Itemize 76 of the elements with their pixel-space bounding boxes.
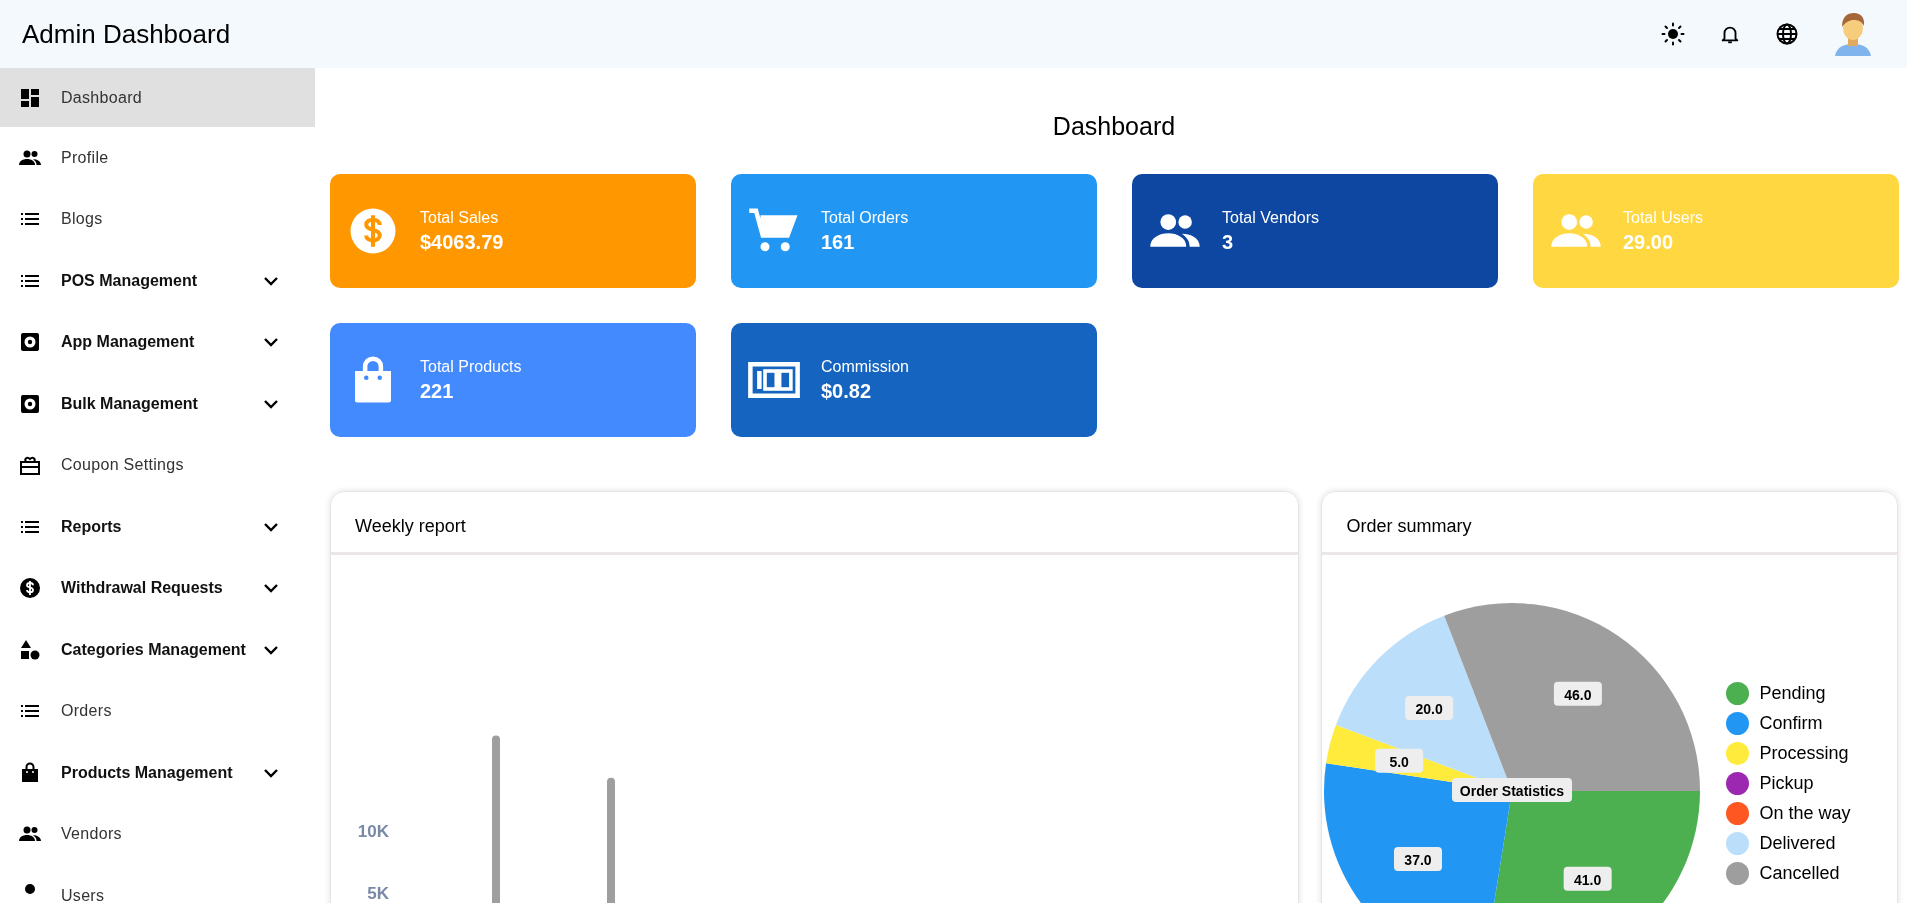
legend-label: On the way (1759, 803, 1851, 824)
sidebar-item[interactable]: Bulk Management (0, 373, 315, 435)
avatar-icon[interactable] (1833, 10, 1873, 58)
data-label: 46.0 (1554, 681, 1603, 706)
data-label: 37.0 (1404, 851, 1433, 868)
legend-label: Delivered (1759, 833, 1836, 854)
sidebar-item-label: Products Management (61, 763, 234, 782)
chevron-down-icon (263, 275, 279, 286)
sidebar-item-label: Blogs (61, 210, 104, 229)
sidebar-item[interactable]: Profile (0, 127, 315, 189)
sidebar-item-label: Vendors (61, 825, 123, 844)
sidebar-item[interactable]: Dashboard (0, 68, 315, 127)
sidebar-item-label: Orders (61, 702, 113, 721)
stat-value: $0.82 (821, 379, 873, 403)
sidebar-item-label: Categories Management (61, 640, 247, 659)
chevron-down-icon (263, 398, 279, 409)
stat-label: Total Sales (420, 208, 500, 227)
stat-value: 29.00 (1623, 230, 1675, 254)
panel-title: Order summary (1346, 514, 1472, 537)
stat-value: 161 (821, 230, 856, 254)
sidebar-item[interactable]: Coupon Settings (0, 434, 315, 496)
chevron-down-icon (263, 583, 279, 594)
sidebar-item[interactable]: Orders (0, 680, 315, 742)
chevron-down-icon (263, 644, 279, 655)
legend-label: Pickup (1759, 773, 1814, 794)
chevron-down-icon (263, 767, 279, 778)
sidebar-item-label: POS Management (61, 271, 199, 290)
stat-value: $4063.79 (420, 230, 504, 254)
sidebar-item-label: Bulk Management (61, 394, 199, 413)
data-label: 5.0 (1375, 748, 1424, 773)
axis-tick-label: 5K (367, 884, 389, 903)
sidebar-item[interactable]: Vendors (0, 803, 315, 865)
data-label: 20.0 (1416, 701, 1444, 718)
sidebar-item-label: App Management (61, 333, 196, 352)
legend-label: Confirm (1759, 713, 1823, 734)
sidebar-item[interactable]: Categories Management (0, 619, 315, 681)
data-label: 20.0 (1405, 696, 1454, 720)
data-label: 5.0 (1389, 753, 1410, 770)
stat-value: 3 (1222, 230, 1235, 254)
chevron-down-icon (263, 337, 279, 348)
sun-icon[interactable] (1661, 22, 1685, 46)
legend-label: Cancelled (1759, 863, 1840, 884)
sidebar-item-label: Profile (61, 148, 110, 167)
panel-title: Weekly report (355, 514, 466, 537)
data-label: 41.0 (1574, 871, 1602, 888)
dot-icon (25, 883, 35, 894)
page-title: Dashboard (1051, 112, 1177, 141)
chevron-down-icon (263, 521, 279, 532)
data-label: 41.0 (1564, 866, 1613, 891)
axis-tick-label: 10K (357, 822, 389, 841)
stat-label: Total Users (1623, 208, 1704, 227)
stat-label: Total Products (420, 357, 522, 376)
stat-label: Total Orders (821, 208, 909, 227)
stat-label: Total Vendors (1222, 208, 1319, 227)
sidebar-item-label: Dashboard (61, 88, 143, 107)
sidebar-item[interactable]: Withdrawal Requests (0, 557, 315, 619)
sidebar-item-label: Coupon Settings (61, 456, 185, 475)
legend-label: Pending (1759, 683, 1826, 704)
sidebar-item[interactable]: App Management (0, 311, 315, 373)
globe-icon[interactable] (1775, 22, 1799, 46)
sidebar-item-label: Reports (61, 517, 123, 536)
app-title: Admin Dashboard (22, 18, 231, 50)
sidebar-item[interactable]: Reports (0, 496, 315, 558)
sidebar-item[interactable]: Blogs (0, 188, 315, 250)
sidebar-item-label: Withdrawal Requests (61, 579, 224, 598)
sidebar-item[interactable]: Users (0, 865, 315, 903)
stat-value: 221 (420, 379, 455, 403)
data-label: 46.0 (1564, 686, 1593, 703)
data-label: 37.0 (1394, 846, 1443, 871)
dollar-icon (18, 576, 42, 601)
sidebar-item[interactable]: Products Management (0, 742, 315, 804)
sidebar-item-label: Users (61, 886, 106, 903)
sidebar-item[interactable]: POS Management (0, 250, 315, 312)
chart-title: Order Statistics (1452, 778, 1573, 802)
legend-label: Processing (1759, 743, 1849, 764)
stat-label: Commission (821, 357, 909, 376)
